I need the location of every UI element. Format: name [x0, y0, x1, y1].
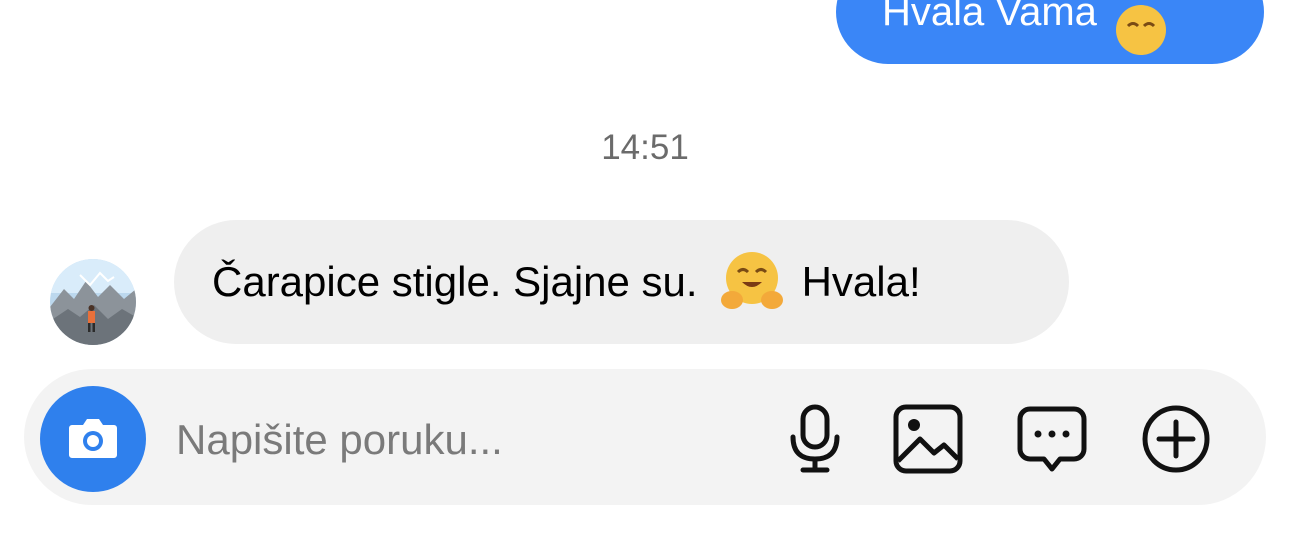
sent-message-bubble[interactable]: Hvala Vama [836, 0, 1264, 64]
camera-icon [68, 415, 118, 464]
gallery-icon[interactable] [892, 403, 964, 475]
received-message-bubble[interactable]: Čarapice stigle. Sjajne su. Hvala! [174, 220, 1069, 344]
received-message-text-end: Hvala! [801, 258, 921, 305]
contact-avatar[interactable] [50, 259, 136, 345]
received-message-text: Čarapice stigle. Sjajne su. [212, 258, 698, 305]
plus-icon[interactable] [1140, 403, 1212, 475]
message-input[interactable] [176, 400, 756, 480]
sent-message-text: Hvala Vama [882, 0, 1097, 34]
message-timestamp: 14:51 [601, 128, 689, 167]
sticker-icon[interactable] [1016, 403, 1088, 475]
camera-button[interactable] [40, 386, 146, 492]
smiling-face-emoji-icon [1115, 0, 1167, 55]
hugging-face-emoji-icon [720, 250, 784, 314]
microphone-icon[interactable] [779, 403, 851, 475]
